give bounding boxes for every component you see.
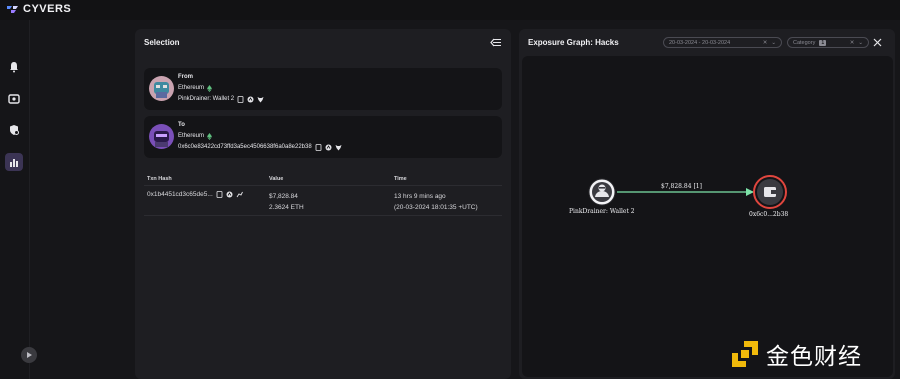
clear-date-icon[interactable]: ✕ [763, 40, 768, 46]
value-usd: $7,828.84 [269, 193, 298, 200]
txn-hash[interactable]: 0x1b4451cd3c65de5... [147, 191, 213, 198]
sidebar-security-button[interactable] [5, 121, 23, 139]
jinse-logo-icon [732, 341, 758, 367]
to-card: To Ethereum 0x6c0e83422cd73ffd3a5ec45066… [144, 116, 502, 158]
to-avatar [149, 124, 174, 149]
time-absolute: (20-03-2024 18:01:35 +UTC) [394, 204, 478, 211]
from-chain: Ethereum [178, 85, 205, 91]
watermark-text: 金色财经 [766, 344, 862, 370]
bar-chart-icon [10, 159, 18, 167]
time-relative: 13 hrs 9 mins ago [394, 193, 446, 200]
date-range-filter[interactable]: 20-03-2024 - 20-03-2024 ✕ ⌄ [663, 37, 782, 48]
to-chain: Ethereum [178, 133, 205, 139]
table-header: Txn Hash Value Time [144, 172, 502, 186]
chevron-down-icon[interactable]: ⌄ [771, 40, 776, 46]
chevron-down-icon[interactable]: ⌄ [858, 40, 863, 46]
sidebar-alerts-button[interactable] [5, 58, 23, 76]
watermark: 金色财经 [730, 337, 862, 371]
value-eth: 2.3624 ETH [269, 204, 304, 211]
selection-panel: Selection From Ethereum PinkDrainer: Wal… [135, 29, 511, 379]
shield-icon [10, 125, 19, 135]
explorer-icon[interactable] [247, 96, 254, 103]
play-button[interactable] [21, 347, 37, 363]
category-filter[interactable]: Category 1 ✕ ⌄ [787, 37, 869, 48]
graph-canvas[interactable]: $7,828.84 [1] PinkDrainer: Wallet 2 0x6c… [522, 56, 893, 377]
top-bar: CYVERS [0, 0, 900, 20]
transactions-table: Txn Hash Value Time 0x1b4451cd3c65de5...… [144, 172, 502, 216]
collapse-panel-icon[interactable] [490, 38, 501, 47]
ethereum-icon [207, 133, 213, 140]
selection-title: Selection [144, 38, 180, 47]
brand[interactable]: CYVERS [6, 3, 71, 15]
category-count-badge: 1 [819, 39, 827, 46]
graph-svg [588, 175, 787, 209]
copy-icon[interactable] [315, 144, 322, 151]
date-range-value: 20-03-2024 - 20-03-2024 [669, 39, 731, 46]
sidebar-monitor-button[interactable] [5, 90, 23, 108]
screen-icon [8, 94, 20, 104]
header-time: Time [394, 175, 407, 182]
sidebar [0, 20, 30, 379]
time-cell: 13 hrs 9 mins ago (20-03-2024 18:01:35 +… [394, 191, 502, 215]
txn-hash-cell: 0x1b4451cd3c65de5... [144, 191, 269, 215]
share-icon[interactable] [236, 191, 243, 198]
source-node[interactable] [588, 178, 616, 206]
copy-icon[interactable] [237, 96, 244, 103]
explorer-icon[interactable] [325, 144, 332, 151]
value-cell: $7,828.84 2.3624 ETH [269, 191, 394, 215]
category-label: Category [793, 39, 816, 46]
cyvers-logo-icon [7, 5, 18, 13]
header-txn-hash: Txn Hash [147, 175, 172, 182]
target-node[interactable] [753, 175, 787, 209]
edge-arrow-icon [746, 188, 754, 196]
bell-icon [10, 62, 18, 73]
to-label: To [178, 122, 185, 128]
source-node-label: PinkDrainer: Wallet 2 [569, 208, 635, 215]
table-row[interactable]: 0x1b4451cd3c65de5... $7,828.84 2.3624 ET… [144, 186, 502, 216]
sidebar-analytics-button[interactable] [5, 153, 23, 171]
to-details: To Ethereum 0x6c0e83422cd73ffd3a5ec45066… [178, 120, 342, 153]
from-name: PinkDrainer: Wallet 2 [178, 96, 235, 102]
from-card: From Ethereum PinkDrainer: Wallet 2 [144, 68, 502, 110]
exposure-graph-panel: Exposure Graph: Hacks 20-03-2024 - 20-03… [519, 29, 895, 379]
from-avatar [149, 76, 174, 101]
to-address: 0x6c0e83422cd73ffd3a5ec4506638f6a0a8e22b… [178, 144, 312, 150]
header-value: Value [269, 175, 284, 182]
from-details: From Ethereum PinkDrainer: Wallet 2 [178, 72, 264, 105]
close-icon[interactable] [873, 38, 882, 47]
target-node-label: 0x6c0...2b38 [749, 211, 789, 218]
brand-name: CYVERS [23, 3, 72, 15]
copy-icon[interactable] [216, 191, 223, 198]
play-icon [27, 352, 32, 358]
fox-icon[interactable] [257, 96, 264, 103]
graph-title: Exposure Graph: Hacks [528, 38, 619, 47]
explorer-icon[interactable] [226, 191, 233, 198]
from-label: From [178, 74, 193, 80]
edge-label: $7,828.84 [1] [661, 183, 702, 190]
fox-icon[interactable] [335, 144, 342, 151]
ethereum-icon [207, 85, 213, 92]
clear-category-icon[interactable]: ✕ [850, 40, 855, 46]
